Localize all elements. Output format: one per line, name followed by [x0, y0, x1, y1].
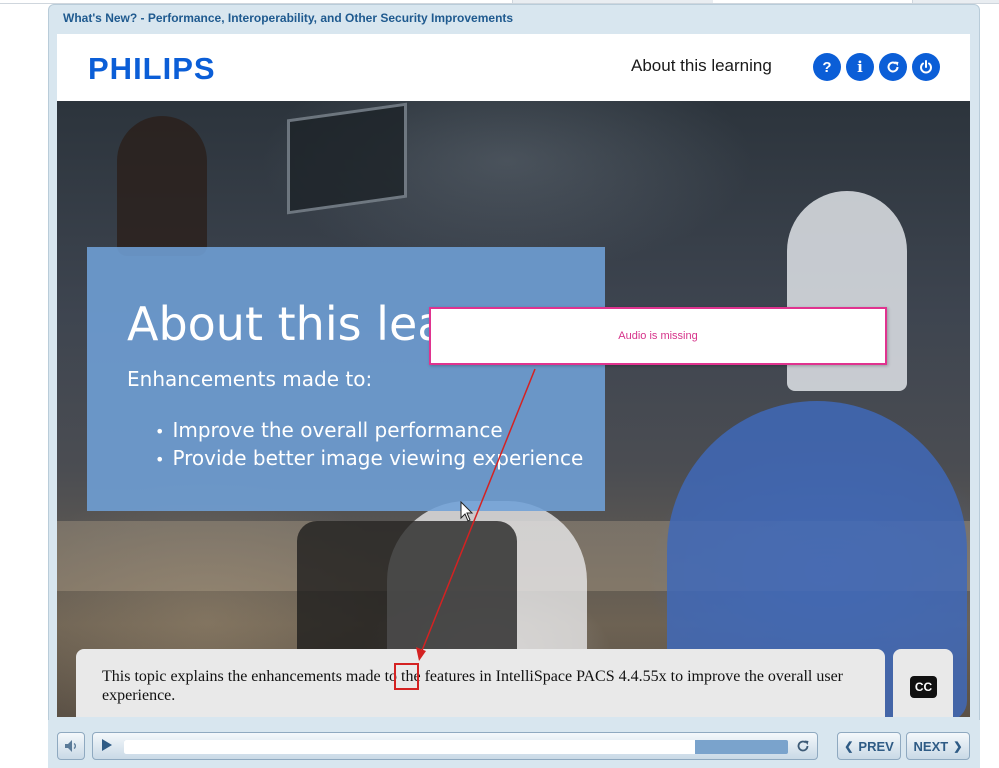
info-icon: i [857, 58, 863, 76]
course-title: What's New? - Performance, Interoperabil… [63, 11, 514, 25]
restart-button[interactable] [879, 53, 907, 81]
slide-bullet: Improve the overall performance [155, 417, 583, 445]
progress-fill [124, 740, 696, 754]
help-button[interactable]: ? [813, 53, 841, 81]
exit-button[interactable] [912, 53, 940, 81]
slide-bullet-list: Improve the overall performance Provide … [155, 417, 583, 473]
seek-bar[interactable] [92, 732, 818, 760]
photo-person [117, 116, 207, 256]
next-button[interactable]: NEXT ❯ [906, 732, 970, 760]
slide-subheading: Enhancements made to: [127, 367, 373, 391]
slide-bullet: Provide better image viewing experience [155, 445, 583, 473]
progress-track[interactable] [124, 740, 788, 754]
player-controls: ❮ PREV NEXT ❯ [48, 720, 980, 768]
play-icon[interactable] [102, 739, 112, 751]
about-this-learning-link[interactable]: About this learning [631, 56, 772, 76]
question-icon: ? [822, 58, 832, 76]
closed-captions-button[interactable]: CC [910, 676, 937, 698]
caption-panel: This topic explains the enhancements mad… [76, 649, 885, 717]
review-comment-text: Audio is missing [618, 330, 698, 342]
mouse-pointer-icon [460, 501, 474, 522]
info-button[interactable]: i [846, 53, 874, 81]
browser-tab[interactable] [713, 0, 913, 3]
restart-icon [887, 61, 899, 73]
chevron-left-icon: ❮ [844, 740, 854, 753]
next-label: NEXT [913, 738, 949, 754]
browser-tab[interactable] [0, 0, 513, 3]
review-highlight-box [394, 663, 419, 690]
slide-info-panel: About this lea Enhancements made to: Imp… [87, 247, 605, 511]
cc-panel: CC [893, 649, 953, 717]
course-header: PHILIPS About this learning ? i [57, 34, 970, 101]
replay-icon[interactable] [795, 738, 811, 754]
caption-text: This topic explains the enhancements mad… [102, 668, 844, 704]
power-icon [920, 60, 932, 74]
photo-monitor [287, 102, 407, 215]
slide-heading: About this lea [127, 297, 446, 351]
chevron-right-icon: ❯ [953, 740, 963, 753]
review-comment-callout[interactable]: Audio is missing [429, 307, 887, 365]
speaker-icon [65, 740, 76, 752]
philips-logo: PHILIPS [88, 51, 216, 86]
mute-button[interactable] [57, 732, 85, 760]
prev-button[interactable]: ❮ PREV [837, 732, 901, 760]
prev-label: PREV [858, 738, 894, 754]
